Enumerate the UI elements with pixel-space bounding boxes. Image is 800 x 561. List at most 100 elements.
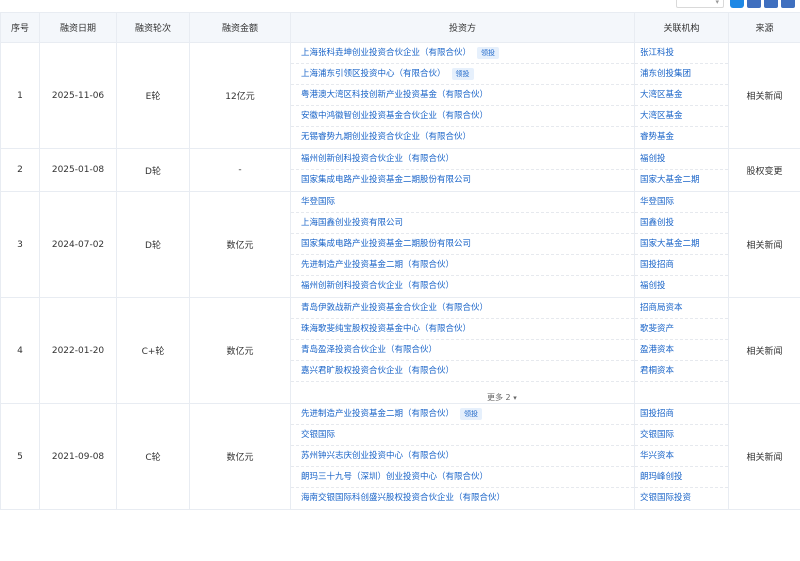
- org-link[interactable]: 福创投: [635, 149, 728, 170]
- org-link[interactable]: 国投招商: [635, 404, 728, 425]
- financing-amount: 数亿元: [189, 403, 291, 510]
- export-icon[interactable]: [764, 0, 778, 8]
- org-link[interactable]: 交银国际投资: [635, 488, 728, 509]
- investor-link[interactable]: 青岛伊敦战新产业投资基金合伙企业（有限合伙）: [301, 303, 488, 313]
- investor-link[interactable]: 福州创新创科投资合伙企业（有限合伙）: [301, 154, 454, 164]
- investor-link[interactable]: 交银国际: [301, 430, 335, 440]
- column-header-index: 序号: [0, 12, 40, 43]
- org-link[interactable]: 国投招商: [635, 255, 728, 276]
- investors-cell: 青岛伊敦战新产业投资基金合伙企业（有限合伙） 珠海歌斐纯宝股权投资基金中心（有限…: [290, 297, 635, 404]
- column-header-date: 融资日期: [39, 12, 117, 43]
- investor-link[interactable]: 苏州钟兴志庆创业投资中心（有限合伙）: [301, 451, 454, 461]
- org-link[interactable]: 交银国际: [635, 425, 728, 446]
- financing-amount: 数亿元: [189, 297, 291, 404]
- org-link[interactable]: 国家大基金二期: [635, 234, 728, 255]
- org-link[interactable]: 大湾区基金: [635, 106, 728, 127]
- more-investors-row: 更多 2 ▾: [291, 382, 634, 403]
- investor-link[interactable]: 福州创新创科投资合伙企业（有限合伙）: [301, 281, 454, 291]
- page-size-select[interactable]: ▾: [676, 0, 724, 8]
- column-header-investors: 投资方: [290, 12, 635, 43]
- collapsed-orgs-preview: [635, 382, 728, 403]
- table-row: 5 2021-09-08 C轮 数亿元 先进制造产业投资基金二期（有限合伙） 领投…: [0, 403, 800, 510]
- investor-link[interactable]: 无锡睿势九期创业投资合伙企业（有限合伙）: [301, 132, 471, 142]
- financing-round: D轮: [116, 148, 190, 192]
- table-header-row: 序号 融资日期 融资轮次 融资金额 投资方 关联机构 来源: [0, 12, 800, 43]
- expand-more-button[interactable]: 更多 2 ▾: [484, 387, 520, 403]
- related-orgs-cell: 国投招商 交银国际 华兴资本 朗玛峰创投 交银国际投资: [634, 403, 729, 510]
- row-index: 5: [0, 403, 40, 510]
- financing-amount: -: [189, 148, 291, 192]
- more-label: 更多 2: [487, 393, 511, 402]
- related-orgs-cell: 福创投 国家大基金二期: [634, 148, 729, 192]
- lead-investor-badge: 领投: [451, 67, 474, 80]
- top-toolbar: ▾: [0, 0, 800, 12]
- chevron-down-icon: ▾: [715, 0, 719, 6]
- financing-date: 2025-11-06: [39, 42, 117, 149]
- org-link[interactable]: 朗玛峰创投: [635, 467, 728, 488]
- org-link[interactable]: 歌斐资产: [635, 319, 728, 340]
- org-link[interactable]: 国鑫创投: [635, 213, 728, 234]
- financing-round: C+轮: [116, 297, 190, 404]
- source-link[interactable]: 相关新闻: [728, 191, 800, 298]
- share-icon[interactable]: [781, 0, 795, 8]
- investor-link[interactable]: 上海张科垚坤创业投资合伙企业（有限合伙）: [301, 48, 471, 58]
- source-text: 股权变更: [728, 148, 800, 192]
- investors-cell: 先进制造产业投资基金二期（有限合伙） 领投 交银国际 苏州钟兴志庆创业投资中心（有…: [290, 403, 635, 510]
- org-link[interactable]: 君桐资本: [635, 361, 728, 382]
- financing-date: 2024-07-02: [39, 191, 117, 298]
- table-row: 3 2024-07-02 D轮 数亿元 华登国际 上海国鑫创业投资有限公司 国家…: [0, 191, 800, 298]
- org-link[interactable]: 大湾区基金: [635, 85, 728, 106]
- financing-round: D轮: [116, 191, 190, 298]
- source-link[interactable]: 相关新闻: [728, 297, 800, 404]
- org-link[interactable]: 盈港资本: [635, 340, 728, 361]
- investors-cell: 华登国际 上海国鑫创业投资有限公司 国家集成电路产业投资基金二期股份有限公司 先…: [290, 191, 635, 298]
- investor-link[interactable]: 国家集成电路产业投资基金二期股份有限公司: [301, 175, 471, 185]
- org-link[interactable]: 华兴资本: [635, 446, 728, 467]
- financing-round: C轮: [116, 403, 190, 510]
- source-link[interactable]: 相关新闻: [728, 403, 800, 510]
- financing-history-table: 序号 融资日期 融资轮次 融资金额 投资方 关联机构 来源 1 2025-11-…: [0, 12, 800, 510]
- org-link[interactable]: 招商局资本: [635, 298, 728, 319]
- org-link[interactable]: 睿势基金: [635, 127, 728, 148]
- related-orgs-cell: 张江科投 浦东创投集团 大湾区基金 大湾区基金 睿势基金: [634, 42, 729, 149]
- org-link[interactable]: 华登国际: [635, 192, 728, 213]
- column-header-amount: 融资金额: [189, 12, 291, 43]
- org-link[interactable]: 张江科投: [635, 43, 728, 64]
- column-header-source: 来源: [728, 12, 800, 43]
- org-link[interactable]: 福创投: [635, 276, 728, 297]
- investor-link[interactable]: 先进制造产业投资基金二期（有限合伙）: [301, 409, 454, 419]
- investor-link[interactable]: 上海浦东引领区投资中心（有限合伙）: [301, 69, 446, 79]
- financing-amount: 12亿元: [189, 42, 291, 149]
- investor-link[interactable]: 安徽中鸿徽智创业投资基金合伙企业（有限合伙）: [301, 111, 488, 121]
- investor-link[interactable]: 先进制造产业投资基金二期（有限合伙）: [301, 260, 454, 270]
- investor-link[interactable]: 青岛盈泽投资合伙企业（有限合伙）: [301, 345, 437, 355]
- table-row: 1 2025-11-06 E轮 12亿元 上海张科垚坤创业投资合伙企业（有限合伙…: [0, 42, 800, 149]
- investor-link[interactable]: 华登国际: [301, 197, 335, 207]
- investor-link[interactable]: 国家集成电路产业投资基金二期股份有限公司: [301, 239, 471, 249]
- source-link[interactable]: 相关新闻: [728, 42, 800, 149]
- financing-date: 2022-01-20: [39, 297, 117, 404]
- row-index: 2: [0, 148, 40, 192]
- investor-link[interactable]: 上海国鑫创业投资有限公司: [301, 218, 403, 228]
- investor-link[interactable]: 粤港澳大湾区科技创新产业投资基金（有限合伙）: [301, 90, 488, 100]
- investor-link[interactable]: 嘉兴君旷股权投资合伙企业（有限合伙）: [301, 366, 454, 376]
- app-icon[interactable]: [730, 0, 744, 8]
- related-orgs-cell: 华登国际 国鑫创投 国家大基金二期 国投招商 福创投: [634, 191, 729, 298]
- view-icon[interactable]: [747, 0, 761, 8]
- investor-link[interactable]: 朗玛三十九号（深圳）创业投资中心（有限合伙）: [301, 472, 488, 482]
- row-index: 4: [0, 297, 40, 404]
- related-orgs-cell: 招商局资本 歌斐资产 盈港资本 君桐资本: [634, 297, 729, 404]
- investors-cell: 上海张科垚坤创业投资合伙企业（有限合伙） 领投 上海浦东引领区投资中心（有限合伙）…: [290, 42, 635, 149]
- collapsed-investors-preview: [301, 387, 304, 397]
- org-link[interactable]: 浦东创投集团: [635, 64, 728, 85]
- lead-investor-badge: 领投: [477, 46, 500, 59]
- investors-cell: 福州创新创科投资合伙企业（有限合伙） 国家集成电路产业投资基金二期股份有限公司: [290, 148, 635, 192]
- investor-link[interactable]: 海南交银国际科创盛兴股权投资合伙企业（有限合伙）: [301, 493, 505, 503]
- chevron-down-icon: ▾: [513, 394, 517, 402]
- table-row: 4 2022-01-20 C+轮 数亿元 青岛伊敦战新产业投资基金合伙企业（有限…: [0, 297, 800, 404]
- column-header-related-orgs: 关联机构: [634, 12, 729, 43]
- lead-investor-badge: 领投: [460, 407, 483, 420]
- investor-link[interactable]: 珠海歌斐纯宝股权投资基金中心（有限合伙）: [301, 324, 471, 334]
- financing-round: E轮: [116, 42, 190, 149]
- org-link[interactable]: 国家大基金二期: [635, 170, 728, 191]
